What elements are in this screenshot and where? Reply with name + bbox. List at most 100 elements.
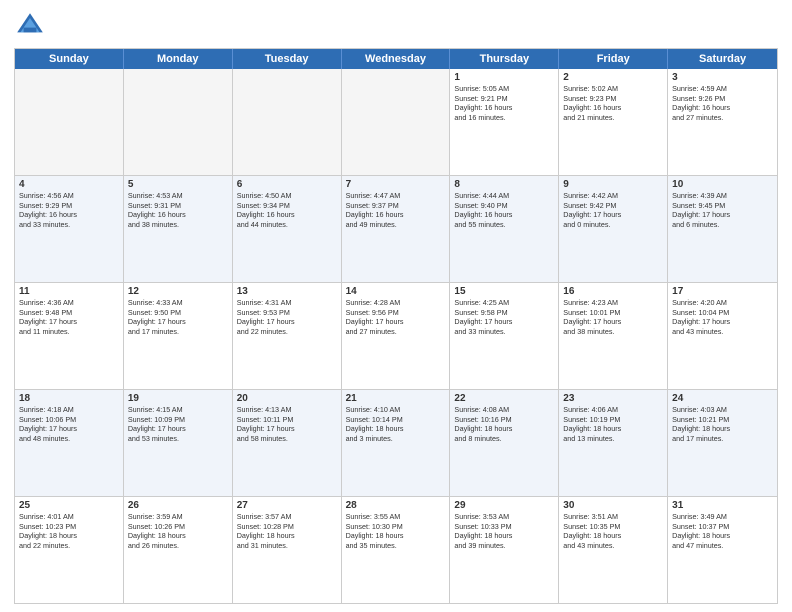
day-number: 6 xyxy=(237,179,337,190)
day-info: Sunrise: 4:06 AMSunset: 10:19 PMDaylight… xyxy=(563,405,663,444)
day-cell-20: 20Sunrise: 4:13 AMSunset: 10:11 PMDaylig… xyxy=(233,390,342,496)
day-info: Sunrise: 4:01 AMSunset: 10:23 PMDaylight… xyxy=(19,512,119,551)
day-cell-27: 27Sunrise: 3:57 AMSunset: 10:28 PMDaylig… xyxy=(233,497,342,603)
day-info: Sunrise: 4:20 AMSunset: 10:04 PMDaylight… xyxy=(672,298,773,337)
day-number: 28 xyxy=(346,500,446,511)
calendar-body: 1Sunrise: 5:05 AMSunset: 9:21 PMDaylight… xyxy=(15,69,777,603)
day-cell-18: 18Sunrise: 4:18 AMSunset: 10:06 PMDaylig… xyxy=(15,390,124,496)
logo-icon xyxy=(14,10,46,42)
day-info: Sunrise: 4:33 AMSunset: 9:50 PMDaylight:… xyxy=(128,298,228,337)
day-info: Sunrise: 4:03 AMSunset: 10:21 PMDaylight… xyxy=(672,405,773,444)
day-number: 1 xyxy=(454,72,554,83)
day-cell-11: 11Sunrise: 4:36 AMSunset: 9:48 PMDayligh… xyxy=(15,283,124,389)
day-info: Sunrise: 4:39 AMSunset: 9:45 PMDaylight:… xyxy=(672,191,773,230)
day-number: 3 xyxy=(672,72,773,83)
day-cell-5: 5Sunrise: 4:53 AMSunset: 9:31 PMDaylight… xyxy=(124,176,233,282)
day-cell-6: 6Sunrise: 4:50 AMSunset: 9:34 PMDaylight… xyxy=(233,176,342,282)
day-info: Sunrise: 4:56 AMSunset: 9:29 PMDaylight:… xyxy=(19,191,119,230)
day-info: Sunrise: 3:59 AMSunset: 10:26 PMDaylight… xyxy=(128,512,228,551)
day-cell-15: 15Sunrise: 4:25 AMSunset: 9:58 PMDayligh… xyxy=(450,283,559,389)
day-number: 29 xyxy=(454,500,554,511)
day-info: Sunrise: 4:15 AMSunset: 10:09 PMDaylight… xyxy=(128,405,228,444)
calendar-row-4: 25Sunrise: 4:01 AMSunset: 10:23 PMDaylig… xyxy=(15,497,777,603)
day-number: 16 xyxy=(563,286,663,297)
calendar-row-3: 18Sunrise: 4:18 AMSunset: 10:06 PMDaylig… xyxy=(15,390,777,497)
day-info: Sunrise: 4:28 AMSunset: 9:56 PMDaylight:… xyxy=(346,298,446,337)
day-number: 13 xyxy=(237,286,337,297)
day-cell-29: 29Sunrise: 3:53 AMSunset: 10:33 PMDaylig… xyxy=(450,497,559,603)
day-info: Sunrise: 4:53 AMSunset: 9:31 PMDaylight:… xyxy=(128,191,228,230)
calendar-row-0: 1Sunrise: 5:05 AMSunset: 9:21 PMDaylight… xyxy=(15,69,777,176)
calendar: SundayMondayTuesdayWednesdayThursdayFrid… xyxy=(14,48,778,604)
day-number: 27 xyxy=(237,500,337,511)
day-cell-16: 16Sunrise: 4:23 AMSunset: 10:01 PMDaylig… xyxy=(559,283,668,389)
day-info: Sunrise: 3:53 AMSunset: 10:33 PMDaylight… xyxy=(454,512,554,551)
day-cell-1: 1Sunrise: 5:05 AMSunset: 9:21 PMDaylight… xyxy=(450,69,559,175)
day-header-wednesday: Wednesday xyxy=(342,49,451,69)
day-cell-12: 12Sunrise: 4:33 AMSunset: 9:50 PMDayligh… xyxy=(124,283,233,389)
day-cell-13: 13Sunrise: 4:31 AMSunset: 9:53 PMDayligh… xyxy=(233,283,342,389)
day-number: 5 xyxy=(128,179,228,190)
day-info: Sunrise: 4:23 AMSunset: 10:01 PMDaylight… xyxy=(563,298,663,337)
day-info: Sunrise: 5:02 AMSunset: 9:23 PMDaylight:… xyxy=(563,84,663,123)
header xyxy=(14,10,778,42)
day-number: 18 xyxy=(19,393,119,404)
day-number: 21 xyxy=(346,393,446,404)
day-info: Sunrise: 4:31 AMSunset: 9:53 PMDaylight:… xyxy=(237,298,337,337)
day-cell-2: 2Sunrise: 5:02 AMSunset: 9:23 PMDaylight… xyxy=(559,69,668,175)
day-header-thursday: Thursday xyxy=(450,49,559,69)
day-header-sunday: Sunday xyxy=(15,49,124,69)
empty-cell-r0c2 xyxy=(233,69,342,175)
day-info: Sunrise: 4:42 AMSunset: 9:42 PMDaylight:… xyxy=(563,191,663,230)
day-number: 7 xyxy=(346,179,446,190)
day-info: Sunrise: 4:10 AMSunset: 10:14 PMDaylight… xyxy=(346,405,446,444)
day-number: 30 xyxy=(563,500,663,511)
page: SundayMondayTuesdayWednesdayThursdayFrid… xyxy=(0,0,792,612)
day-info: Sunrise: 4:25 AMSunset: 9:58 PMDaylight:… xyxy=(454,298,554,337)
day-info: Sunrise: 4:50 AMSunset: 9:34 PMDaylight:… xyxy=(237,191,337,230)
day-header-saturday: Saturday xyxy=(668,49,777,69)
day-number: 10 xyxy=(672,179,773,190)
day-cell-22: 22Sunrise: 4:08 AMSunset: 10:16 PMDaylig… xyxy=(450,390,559,496)
day-cell-31: 31Sunrise: 3:49 AMSunset: 10:37 PMDaylig… xyxy=(668,497,777,603)
day-number: 15 xyxy=(454,286,554,297)
day-number: 20 xyxy=(237,393,337,404)
day-number: 23 xyxy=(563,393,663,404)
day-info: Sunrise: 4:18 AMSunset: 10:06 PMDaylight… xyxy=(19,405,119,444)
day-info: Sunrise: 4:44 AMSunset: 9:40 PMDaylight:… xyxy=(454,191,554,230)
empty-cell-r0c0 xyxy=(15,69,124,175)
day-header-friday: Friday xyxy=(559,49,668,69)
empty-cell-r0c3 xyxy=(342,69,451,175)
day-cell-14: 14Sunrise: 4:28 AMSunset: 9:56 PMDayligh… xyxy=(342,283,451,389)
day-number: 9 xyxy=(563,179,663,190)
day-number: 11 xyxy=(19,286,119,297)
day-cell-25: 25Sunrise: 4:01 AMSunset: 10:23 PMDaylig… xyxy=(15,497,124,603)
day-number: 2 xyxy=(563,72,663,83)
day-number: 4 xyxy=(19,179,119,190)
day-cell-17: 17Sunrise: 4:20 AMSunset: 10:04 PMDaylig… xyxy=(668,283,777,389)
day-header-monday: Monday xyxy=(124,49,233,69)
day-cell-3: 3Sunrise: 4:59 AMSunset: 9:26 PMDaylight… xyxy=(668,69,777,175)
day-cell-28: 28Sunrise: 3:55 AMSunset: 10:30 PMDaylig… xyxy=(342,497,451,603)
day-number: 17 xyxy=(672,286,773,297)
day-cell-23: 23Sunrise: 4:06 AMSunset: 10:19 PMDaylig… xyxy=(559,390,668,496)
day-cell-26: 26Sunrise: 3:59 AMSunset: 10:26 PMDaylig… xyxy=(124,497,233,603)
day-cell-4: 4Sunrise: 4:56 AMSunset: 9:29 PMDaylight… xyxy=(15,176,124,282)
day-info: Sunrise: 3:55 AMSunset: 10:30 PMDaylight… xyxy=(346,512,446,551)
day-cell-9: 9Sunrise: 4:42 AMSunset: 9:42 PMDaylight… xyxy=(559,176,668,282)
day-number: 8 xyxy=(454,179,554,190)
calendar-row-2: 11Sunrise: 4:36 AMSunset: 9:48 PMDayligh… xyxy=(15,283,777,390)
calendar-row-1: 4Sunrise: 4:56 AMSunset: 9:29 PMDaylight… xyxy=(15,176,777,283)
day-number: 25 xyxy=(19,500,119,511)
empty-cell-r0c1 xyxy=(124,69,233,175)
day-info: Sunrise: 3:51 AMSunset: 10:35 PMDaylight… xyxy=(563,512,663,551)
day-info: Sunrise: 4:13 AMSunset: 10:11 PMDaylight… xyxy=(237,405,337,444)
day-cell-21: 21Sunrise: 4:10 AMSunset: 10:14 PMDaylig… xyxy=(342,390,451,496)
day-number: 14 xyxy=(346,286,446,297)
day-info: Sunrise: 4:08 AMSunset: 10:16 PMDaylight… xyxy=(454,405,554,444)
day-cell-19: 19Sunrise: 4:15 AMSunset: 10:09 PMDaylig… xyxy=(124,390,233,496)
day-number: 24 xyxy=(672,393,773,404)
day-number: 19 xyxy=(128,393,228,404)
day-cell-24: 24Sunrise: 4:03 AMSunset: 10:21 PMDaylig… xyxy=(668,390,777,496)
day-info: Sunrise: 3:49 AMSunset: 10:37 PMDaylight… xyxy=(672,512,773,551)
